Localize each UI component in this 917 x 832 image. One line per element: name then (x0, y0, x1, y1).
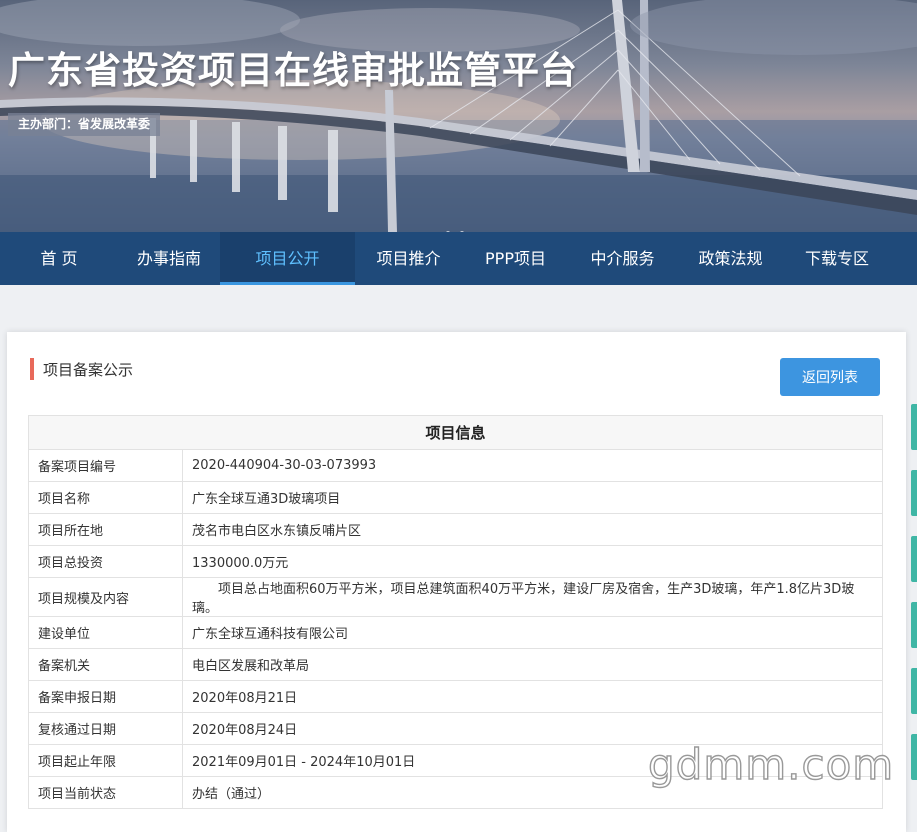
nav-item-downloads[interactable]: 下载专区 (785, 232, 889, 285)
site-title: 广东省投资项目在线审批监管平台 (8, 49, 578, 92)
row-label: 项目规模及内容 (28, 577, 183, 617)
nav-item-project-promotion[interactable]: 项目推介 (355, 232, 462, 285)
row-label: 备案项目编号 (28, 449, 183, 482)
table-row: 建设单位 广东全球互通科技有限公司 (28, 616, 883, 649)
row-value: 广东全球互通科技有限公司 (182, 616, 883, 649)
side-tab[interactable] (911, 404, 917, 450)
section-accent-bar (30, 358, 34, 380)
table-row: 项目总投资 1330000.0万元 (28, 545, 883, 578)
host-department-label: 主办部门：省发展改革委 (8, 113, 161, 136)
table-row: 备案项目编号 2020-440904-30-03-073993 (28, 449, 883, 482)
table-row: 备案申报日期 2020年08月21日 (28, 680, 883, 713)
side-tab[interactable] (911, 668, 917, 714)
nav-item-home[interactable]: 首 页 (0, 232, 118, 285)
nav-item-guide[interactable]: 办事指南 (118, 232, 220, 285)
side-tab[interactable] (911, 734, 917, 780)
table-row: 项目名称 广东全球互通3D玻璃项目 (28, 481, 883, 514)
watermark: gdmm.com (647, 739, 895, 789)
nav-item-policies[interactable]: 政策法规 (676, 232, 785, 285)
row-value: 2020-440904-30-03-073993 (182, 449, 883, 482)
side-tab[interactable] (911, 536, 917, 582)
row-label: 备案机关 (28, 648, 183, 681)
table-row: 备案机关 电白区发展和改革局 (28, 648, 883, 681)
banner: 广东省投资项目在线审批监管平台 主办部门：省发展改革委 (0, 0, 917, 232)
section-title: 项目备案公示 (43, 360, 134, 379)
row-label: 项目起止年限 (28, 744, 183, 777)
row-value: 茂名市电白区水东镇反哺片区 (182, 513, 883, 546)
side-float-tabs (911, 404, 917, 800)
row-value: 1330000.0万元 (182, 545, 883, 578)
side-tab[interactable] (911, 602, 917, 648)
row-value: 广东全球互通3D玻璃项目 (182, 481, 883, 514)
row-label: 项目名称 (28, 481, 183, 514)
nav-item-project-disclosure[interactable]: 项目公开 (220, 232, 355, 285)
row-label: 备案申报日期 (28, 680, 183, 713)
row-value: 电白区发展和改革局 (182, 648, 883, 681)
row-label: 项目所在地 (28, 513, 183, 546)
row-label: 项目总投资 (28, 545, 183, 578)
table-header: 项目信息 (28, 415, 883, 450)
table-row: 项目所在地 茂名市电白区水东镇反哺片区 (28, 513, 883, 546)
table-row: 项目规模及内容 项目总占地面积60万平方米，项目总建筑面积40万平方米，建设厂房… (28, 577, 883, 617)
side-tab[interactable] (911, 470, 917, 516)
row-label: 建设单位 (28, 616, 183, 649)
row-value: 项目总占地面积60万平方米，项目总建筑面积40万平方米，建设厂房及宿舍，生产3D… (182, 577, 883, 617)
nav-item-agency-services[interactable]: 中介服务 (569, 232, 676, 285)
back-to-list-button[interactable]: 返回列表 (780, 358, 880, 396)
main-nav: 首 页 办事指南 项目公开 项目推介 PPP项目 中介服务 政策法规 下载专区 (0, 232, 917, 285)
section-header: 项目备案公示 (30, 358, 133, 380)
row-value: 2020年08月21日 (182, 680, 883, 713)
row-label: 复核通过日期 (28, 712, 183, 745)
nav-item-ppp[interactable]: PPP项目 (462, 232, 569, 285)
row-label: 项目当前状态 (28, 776, 183, 809)
